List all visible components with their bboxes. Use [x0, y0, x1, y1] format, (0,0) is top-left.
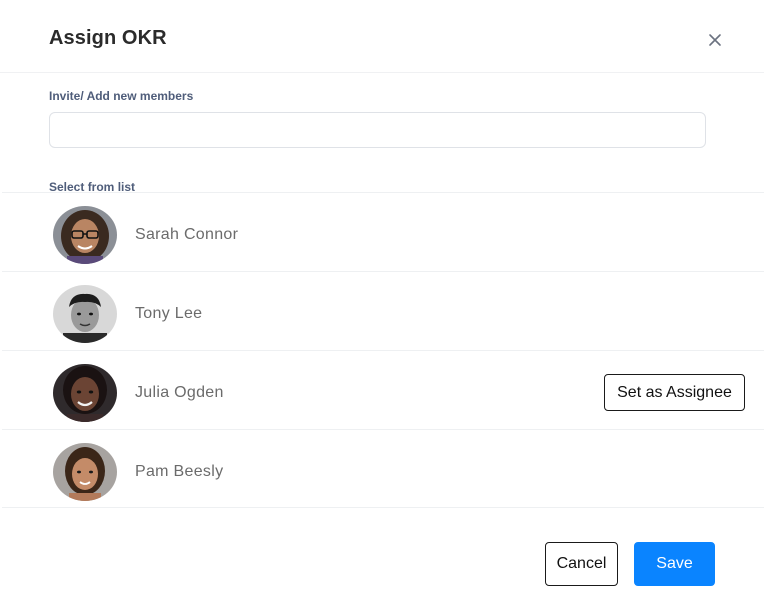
modal-header: Assign OKR: [0, 0, 764, 73]
avatar: [53, 206, 117, 264]
avatar: [53, 285, 117, 343]
modal-title: Assign OKR: [49, 27, 167, 49]
member-name: Sarah Connor: [135, 226, 239, 243]
invite-members-input[interactable]: [49, 112, 706, 148]
invite-label: Invite/ Add new members: [49, 89, 194, 103]
save-button[interactable]: Save: [634, 542, 715, 586]
close-button[interactable]: [704, 29, 726, 51]
assign-okr-modal: Assign OKR Invite/ Add new members Selec…: [0, 0, 764, 606]
member-row-sarah-connor[interactable]: Sarah Connor: [2, 192, 764, 271]
member-name: Tony Lee: [135, 305, 203, 322]
member-row-julia-ogden[interactable]: Julia Ogden Set as Assignee: [2, 350, 764, 429]
avatar: [53, 364, 117, 422]
member-row-tony-lee[interactable]: Tony Lee: [2, 271, 764, 350]
close-icon: [709, 34, 721, 46]
member-name: Pam Beesly: [135, 463, 224, 480]
set-as-assignee-button[interactable]: Set as Assignee: [604, 374, 745, 411]
member-list: Sarah Connor Tony Lee Julia Ogden Set as…: [2, 192, 764, 508]
avatar: [53, 443, 117, 501]
member-row-pam-beesly[interactable]: Pam Beesly: [2, 429, 764, 508]
cancel-button[interactable]: Cancel: [545, 542, 618, 586]
member-name: Julia Ogden: [135, 384, 224, 401]
